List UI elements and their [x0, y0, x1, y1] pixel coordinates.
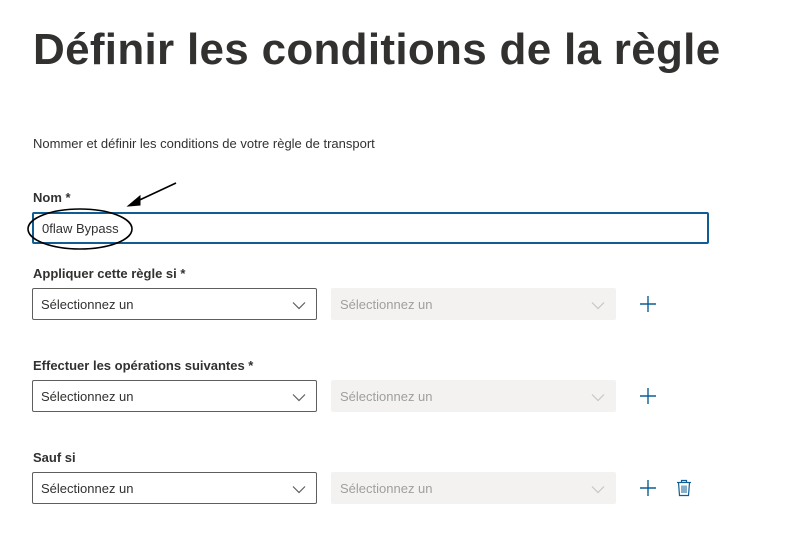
- do-actions-value-select: Sélectionnez un: [331, 380, 616, 412]
- except-if-delete-button[interactable]: [674, 477, 694, 499]
- except-if-condition-select[interactable]: Sélectionnez un: [32, 472, 317, 504]
- apply-if-condition-select-value: Sélectionnez un: [41, 296, 134, 312]
- do-actions-action-select[interactable]: Sélectionnez un: [32, 380, 317, 412]
- apply-if-value-select: Sélectionnez un: [331, 288, 616, 320]
- plus-icon: [640, 480, 656, 496]
- name-field-label: Nom *: [33, 190, 71, 205]
- apply-if-label: Appliquer cette règle si *: [33, 266, 186, 281]
- chevron-down-icon: [292, 302, 306, 310]
- page-title: Définir les conditions de la règle: [33, 25, 721, 74]
- do-actions-add-button[interactable]: [637, 385, 659, 407]
- plus-icon: [640, 296, 656, 312]
- except-if-value-select-value: Sélectionnez un: [340, 480, 433, 496]
- name-input[interactable]: [32, 212, 709, 244]
- trash-icon: [677, 479, 691, 497]
- chevron-down-icon: [591, 486, 605, 494]
- arrow-icon: [126, 182, 177, 207]
- do-actions-label: Effectuer les opérations suivantes *: [33, 358, 254, 373]
- chevron-down-icon: [292, 486, 306, 494]
- page-subtitle: Nommer et définir les conditions de votr…: [33, 136, 375, 151]
- except-if-add-button[interactable]: [637, 477, 659, 499]
- apply-if-condition-select[interactable]: Sélectionnez un: [32, 288, 317, 320]
- except-if-condition-select-value: Sélectionnez un: [41, 480, 134, 496]
- chevron-down-icon: [292, 394, 306, 402]
- apply-if-value-select-value: Sélectionnez un: [340, 296, 433, 312]
- plus-icon: [640, 388, 656, 404]
- except-if-value-select: Sélectionnez un: [331, 472, 616, 504]
- chevron-down-icon: [591, 394, 605, 402]
- do-actions-value-select-value: Sélectionnez un: [340, 388, 433, 404]
- apply-if-add-button[interactable]: [637, 293, 659, 315]
- do-actions-action-select-value: Sélectionnez un: [41, 388, 134, 404]
- except-if-label: Sauf si: [33, 450, 76, 465]
- chevron-down-icon: [591, 302, 605, 310]
